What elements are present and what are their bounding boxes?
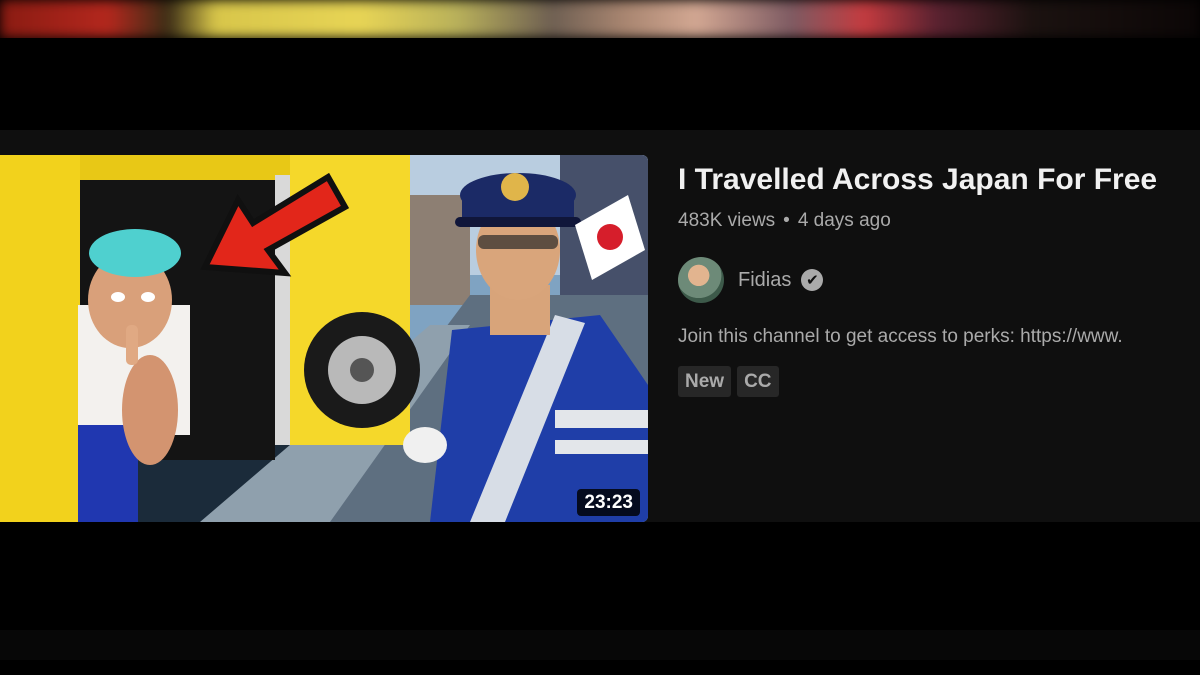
video-details: I Travelled Across Japan For Free 483K v…: [678, 160, 1200, 397]
channel-avatar[interactable]: [678, 257, 724, 303]
cc-badge: CC: [737, 366, 779, 397]
badge-list: New CC: [678, 366, 1200, 397]
verified-check-icon: ✔: [801, 269, 824, 291]
new-badge: New: [678, 366, 732, 397]
duration-badge: 23:23: [577, 489, 640, 516]
video-metadata: 483K views • 4 days ago: [678, 210, 1200, 234]
meta-separator: •: [783, 210, 790, 231]
view-count: 483K views: [678, 210, 776, 231]
description-snippet: Join this channel to get access to perks…: [678, 326, 1123, 347]
blurred-top-strip: [0, 0, 1200, 38]
upload-age: 4 days ago: [797, 210, 891, 231]
channel-name[interactable]: Fidias: [738, 269, 791, 292]
video-thumbnail[interactable]: 23:23: [0, 155, 648, 522]
channel-info[interactable]: Fidias ✔: [678, 256, 1200, 304]
letterbox-bottom: [0, 522, 1200, 675]
video-title[interactable]: I Travelled Across Japan For Free: [678, 160, 1200, 200]
letterbox-top: [0, 38, 1200, 130]
thumbnail-artwork: [0, 155, 648, 522]
